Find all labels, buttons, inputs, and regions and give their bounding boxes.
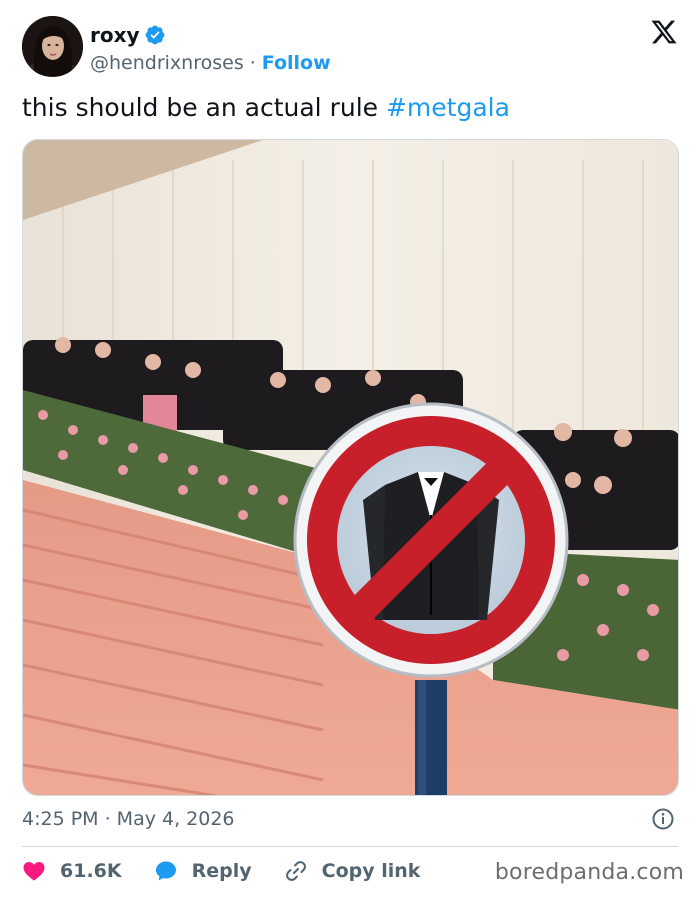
tweet-timestamp[interactable]: 4:25 PM · May 4, 2026 xyxy=(22,806,235,832)
reply-button[interactable]: Reply xyxy=(154,859,252,883)
action-bar: 61.6K Reply Copy link xyxy=(22,856,452,886)
copy-link-button[interactable]: Copy link xyxy=(284,859,421,883)
reply-label: Reply xyxy=(191,860,252,882)
hashtag-link[interactable]: #metgala xyxy=(386,93,510,122)
info-icon[interactable] xyxy=(651,807,675,831)
follow-button[interactable]: Follow xyxy=(262,52,331,74)
avatar[interactable] xyxy=(22,16,83,77)
divider xyxy=(22,846,678,847)
tweet-body: this should be an actual rule xyxy=(22,93,386,122)
heart-icon xyxy=(23,862,45,881)
no-tuxedo-sign-icon xyxy=(293,402,569,678)
tweet-text: this should be an actual rule #metgala xyxy=(22,92,510,124)
tweet-header: roxy @hendrixnroses · Follow xyxy=(22,16,682,78)
tweet-image[interactable] xyxy=(22,139,679,796)
display-name[interactable]: roxy xyxy=(90,23,140,47)
copy-link-label: Copy link xyxy=(321,860,421,882)
handle[interactable]: @hendrixnroses xyxy=(90,52,244,74)
link-icon xyxy=(285,861,306,881)
reply-bubble-icon xyxy=(155,861,176,881)
like-button[interactable]: 61.6K xyxy=(22,859,122,883)
like-count: 61.6K xyxy=(60,860,122,882)
watermark: boredpanda.com xyxy=(494,860,684,885)
x-logo-icon[interactable] xyxy=(650,18,678,46)
verified-badge-icon xyxy=(145,25,164,45)
separator-dot: · xyxy=(249,52,256,74)
